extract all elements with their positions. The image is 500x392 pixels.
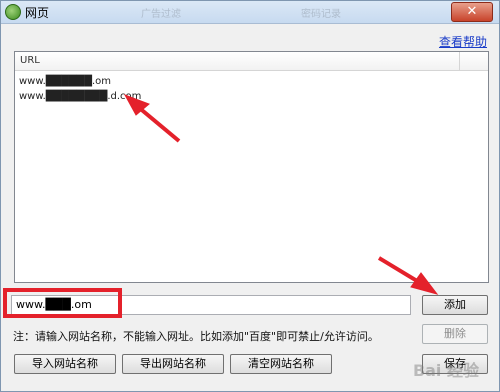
watermark: Bai 经验 [412, 361, 479, 380]
dialog-window: 网页 广告过滤 密码记录 ✕ 查看帮助 URL www.██████.om ww… [0, 0, 500, 392]
annotation-arrows [123, 94, 439, 295]
